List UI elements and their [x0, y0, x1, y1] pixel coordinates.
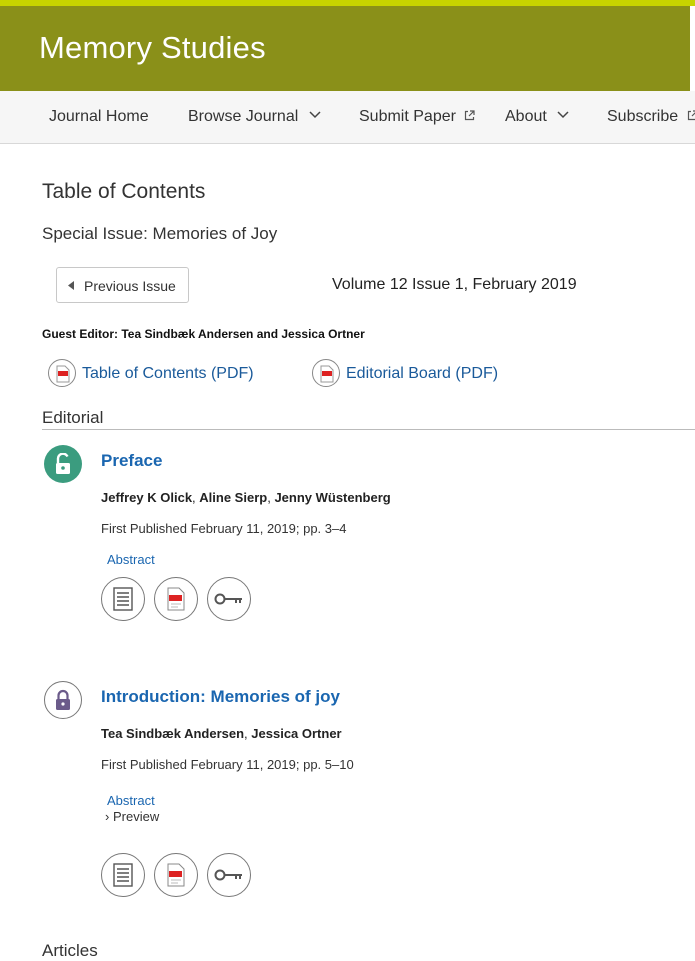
key-icon [214, 869, 242, 881]
abstract-link[interactable]: Abstract [107, 793, 155, 808]
volume-issue-info: Volume 12 Issue 1, February 2019 [332, 276, 577, 293]
toc-pdf-label: Table of Contents (PDF) [82, 365, 254, 382]
main-nav: Journal Home Browse Journal Submit Paper… [0, 91, 695, 144]
author-link[interactable]: Aline Sierp [199, 490, 267, 505]
nav-journal-home-label: Journal Home [49, 108, 149, 125]
article-authors: Tea Sindbæk Andersen, Jessica Ortner [101, 726, 342, 741]
permissions-button[interactable] [207, 853, 251, 897]
abstract-link[interactable]: Abstract [107, 552, 155, 567]
author-link[interactable]: Tea Sindbæk Andersen [101, 726, 244, 741]
article-title-link[interactable]: Introduction: Memories of joy [101, 687, 340, 707]
pdf-download-button[interactable] [154, 577, 198, 621]
open-access-lock-icon [44, 445, 82, 483]
preview-toggle[interactable]: › Preview [105, 809, 159, 824]
author-link[interactable]: Jessica Ortner [251, 726, 341, 741]
full-text-button[interactable] [101, 853, 145, 897]
nav-browse-journal[interactable]: Browse Journal [188, 91, 321, 143]
publication-info: First Published February 11, 2019; pp. 5… [101, 757, 354, 772]
previous-issue-button[interactable]: Previous Issue [56, 267, 189, 303]
chevron-right-icon: › [105, 809, 110, 824]
key-icon [214, 593, 242, 605]
nav-about-label: About [505, 108, 547, 125]
pdf-icon [167, 863, 185, 887]
guest-editor: Guest Editor: Tea Sindbæk Andersen and J… [42, 327, 365, 341]
preview-label: Preview [112, 809, 160, 824]
document-icon [113, 587, 133, 611]
author-link[interactable]: Jenny Wüstenberg [274, 490, 390, 505]
special-issue-title: Special Issue: Memories of Joy [42, 224, 278, 243]
pdf-icon [48, 359, 76, 387]
nav-submit-paper[interactable]: Submit Paper [359, 91, 475, 143]
nav-subscribe-label: Subscribe [607, 108, 679, 125]
external-link-icon [465, 110, 475, 120]
nav-submit-paper-label: Submit Paper [359, 108, 456, 125]
nav-journal-home[interactable]: Journal Home [49, 91, 149, 143]
full-text-button[interactable] [101, 577, 145, 621]
site-header: Memory Studies [0, 6, 690, 91]
page-title: Table of Contents [42, 180, 206, 203]
article-authors: Jeffrey K Olick, Aline Sierp, Jenny Wüst… [101, 490, 391, 505]
permissions-button[interactable] [207, 577, 251, 621]
chevron-down-icon [309, 111, 321, 119]
editorial-board-pdf-label: Editorial Board (PDF) [346, 365, 499, 382]
publication-info: First Published February 11, 2019; pp. 3… [101, 521, 347, 536]
article-title-link[interactable]: Preface [101, 451, 162, 471]
document-icon [113, 863, 133, 887]
external-link-icon [687, 110, 695, 120]
nav-subscribe[interactable]: Subscribe [607, 91, 695, 143]
lock-icon [44, 681, 82, 719]
pdf-download-button[interactable] [154, 853, 198, 897]
author-link[interactable]: Jeffrey K Olick [101, 490, 192, 505]
previous-issue-label: Previous Issue [84, 278, 176, 294]
nav-about[interactable]: About [505, 91, 569, 143]
chevron-down-icon [557, 111, 569, 119]
nav-browse-journal-label: Browse Journal [188, 108, 299, 125]
section-heading-articles: Articles [42, 941, 98, 960]
pdf-icon [167, 587, 185, 611]
pdf-icon [312, 359, 340, 387]
journal-title[interactable]: Memory Studies [39, 30, 266, 66]
section-divider [42, 429, 695, 430]
caret-left-icon [68, 281, 74, 290]
section-heading-editorial: Editorial [42, 408, 104, 427]
